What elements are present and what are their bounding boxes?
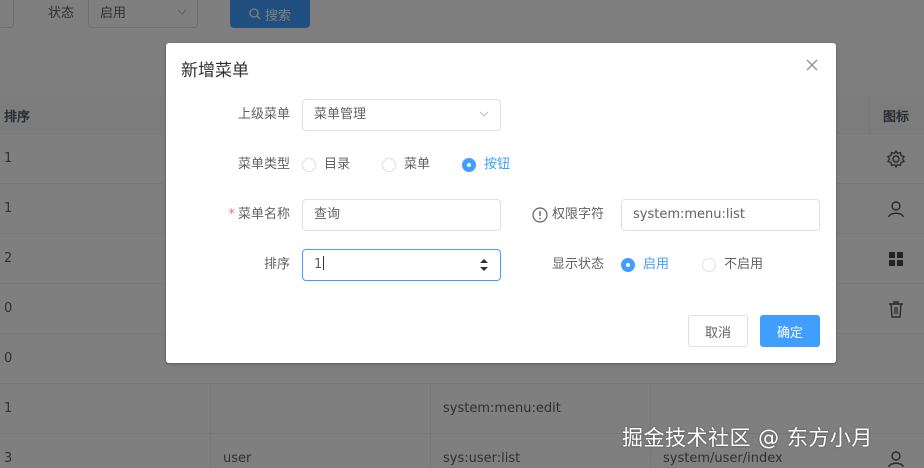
- order-label: 排序: [263, 257, 290, 272]
- visible-status-label: 显示状态: [552, 257, 605, 272]
- radio-label: 按钮: [484, 157, 511, 172]
- parent-menu-value: 菜单管理: [314, 107, 367, 122]
- order-number-input[interactable]: 1: [302, 249, 501, 281]
- visible-radio-enabled[interactable]: 启用: [621, 256, 669, 274]
- radio-label: 菜单: [404, 157, 431, 172]
- close-icon[interactable]: [804, 57, 820, 73]
- menu-name-value: 查询: [314, 207, 341, 222]
- menu-type-label: 菜单类型: [237, 157, 290, 172]
- parent-menu-label: 上级菜单: [237, 107, 290, 122]
- number-stepper-icon[interactable]: [479, 257, 489, 273]
- order-value: 1: [314, 256, 325, 274]
- watermark: 掘金技术社区 @ 东方小月: [622, 426, 873, 450]
- radio-label: 不启用: [724, 257, 764, 272]
- chevron-down-icon: [479, 111, 489, 117]
- menu-type-radio-menu[interactable]: 菜单: [382, 156, 430, 174]
- menu-type-radio-button[interactable]: 按钮: [462, 156, 510, 174]
- cancel-button[interactable]: 取消: [688, 315, 748, 347]
- add-menu-dialog: 新增菜单 上级菜单 菜单管理 菜单类型 目录 菜单 按钮 * 菜单名称 查询 权限…: [166, 43, 836, 363]
- radio-circle: [621, 258, 635, 272]
- order-value-text: 1: [314, 257, 323, 272]
- visible-radio-disabled[interactable]: 不启用: [702, 256, 763, 274]
- permission-value: system:menu:list: [633, 207, 745, 222]
- menu-type-radio-directory[interactable]: 目录: [302, 156, 350, 174]
- radio-circle: [382, 158, 396, 172]
- confirm-button[interactable]: 确定: [760, 315, 820, 347]
- permission-input[interactable]: system:menu:list: [621, 199, 820, 231]
- menu-name-input[interactable]: 查询: [302, 199, 501, 231]
- menu-name-label: * 菜单名称: [210, 205, 290, 225]
- radio-circle: [462, 158, 476, 172]
- radio-circle: [702, 258, 716, 272]
- text-caret: [323, 256, 325, 270]
- info-circle-icon[interactable]: [532, 207, 548, 223]
- radio-label: 目录: [324, 157, 351, 172]
- required-mark: *: [228, 207, 235, 222]
- permission-label: 权限字符: [552, 207, 605, 222]
- dialog-title: 新增菜单: [181, 61, 249, 81]
- radio-label: 启用: [643, 257, 670, 272]
- menu-name-label-text: 菜单名称: [237, 207, 290, 222]
- parent-menu-select[interactable]: 菜单管理: [302, 99, 501, 131]
- radio-circle: [302, 158, 316, 172]
